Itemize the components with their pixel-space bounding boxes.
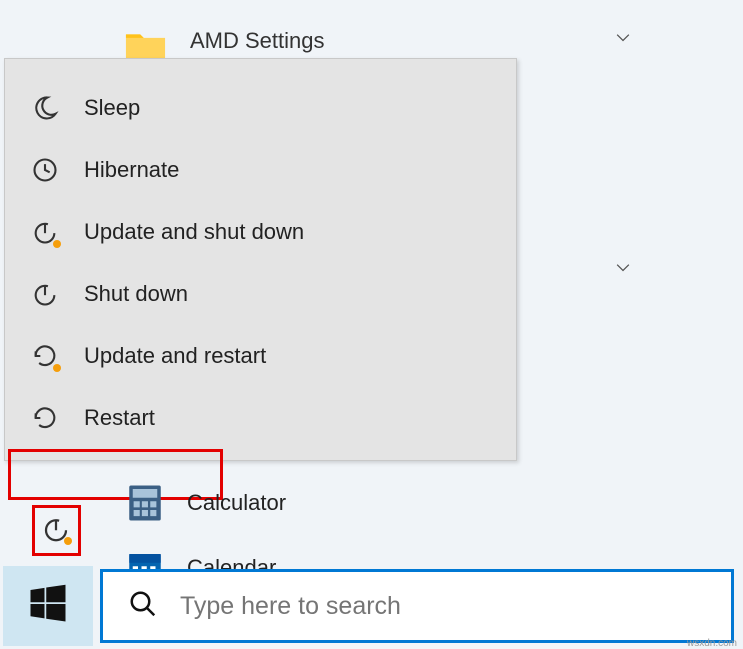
power-update-icon: [30, 217, 60, 247]
moon-icon: [30, 93, 60, 123]
power-menu-update-restart[interactable]: Update and restart: [5, 325, 516, 387]
app-label: Calculator: [187, 490, 286, 516]
power-menu-shutdown[interactable]: Shut down: [5, 263, 516, 325]
power-menu: Sleep Hibernate Update and shut down Shu…: [4, 58, 517, 461]
search-icon: [128, 589, 158, 624]
clock-icon: [30, 155, 60, 185]
taskbar: [0, 566, 743, 646]
power-menu-update-shutdown[interactable]: Update and shut down: [5, 201, 516, 263]
chevron-down-icon[interactable]: [613, 258, 633, 283]
power-menu-label: Restart: [84, 405, 155, 431]
windows-logo-icon: [27, 583, 69, 630]
search-input[interactable]: [180, 592, 731, 621]
folder-label: AMD Settings: [190, 28, 325, 54]
power-menu-hibernate[interactable]: Hibernate: [5, 139, 516, 201]
power-menu-label: Shut down: [84, 281, 188, 307]
start-app-calculator[interactable]: Calculator: [122, 480, 286, 525]
taskbar-search[interactable]: [100, 569, 734, 643]
restart-update-icon: [30, 341, 60, 371]
power-menu-restart[interactable]: Restart: [5, 387, 516, 449]
calculator-icon: [122, 480, 167, 525]
chevron-down-icon[interactable]: [613, 28, 633, 53]
power-menu-label: Sleep: [84, 95, 140, 121]
power-icon: [30, 279, 60, 309]
power-menu-label: Hibernate: [84, 157, 179, 183]
start-button[interactable]: [3, 566, 93, 646]
start-power-button[interactable]: [36, 508, 76, 550]
power-menu-label: Update and restart: [84, 343, 266, 369]
restart-icon: [30, 403, 60, 433]
power-menu-label: Update and shut down: [84, 219, 304, 245]
watermark: wsxdn.com: [687, 638, 737, 649]
power-menu-sleep[interactable]: Sleep: [5, 77, 516, 139]
folder-icon: [123, 30, 168, 60]
